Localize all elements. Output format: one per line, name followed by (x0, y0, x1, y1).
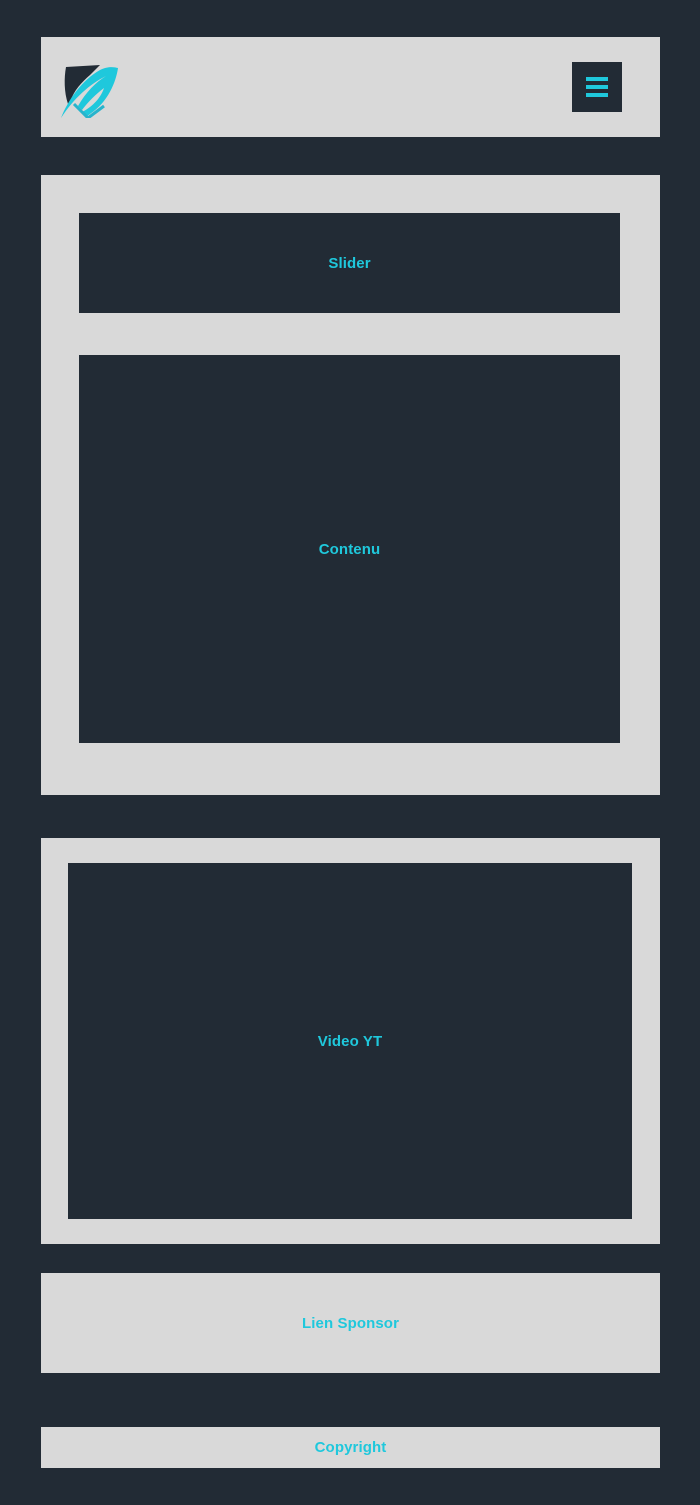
sponsor-section: Lien Sponsor (41, 1273, 660, 1373)
sponsor-link[interactable]: Lien Sponsor (302, 1315, 399, 1332)
slider-label: Slider (328, 254, 371, 272)
logo[interactable] (60, 62, 120, 120)
video-section: Video YT (41, 838, 660, 1244)
footer: Copyright (41, 1427, 660, 1468)
site-header (41, 37, 660, 137)
menu-button[interactable] (572, 62, 622, 112)
shield-logo-icon (61, 65, 118, 120)
content-label: Contenu (318, 540, 381, 558)
content-area: Contenu (79, 355, 620, 743)
main-section: Slider Contenu (41, 175, 660, 795)
hamburger-menu-icon (586, 77, 608, 97)
video-label: Video YT (317, 1032, 383, 1050)
youtube-video[interactable]: Video YT (68, 863, 632, 1219)
copyright-text: Copyright (314, 1439, 387, 1456)
slider[interactable]: Slider (79, 213, 620, 313)
